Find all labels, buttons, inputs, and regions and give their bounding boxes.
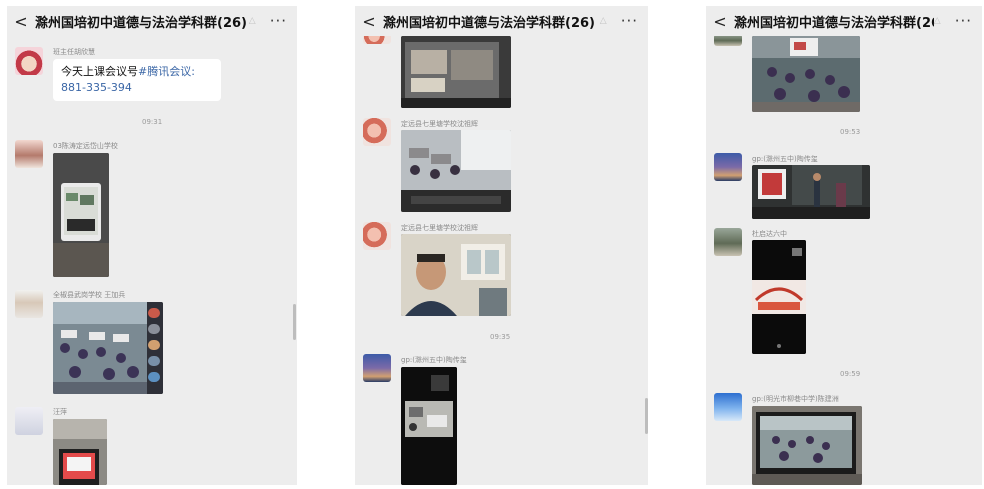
- photo-message[interactable]: [752, 165, 870, 219]
- more-button[interactable]: ···: [955, 12, 972, 30]
- timestamp: 09:35: [490, 333, 511, 341]
- avatar[interactable]: [363, 222, 391, 250]
- photo-tablet-on-desk: [53, 153, 109, 277]
- photo-message[interactable]: [53, 153, 109, 277]
- photo-phone-screen-video: [401, 367, 457, 485]
- bell-mute-icon: △: [933, 16, 941, 26]
- back-button[interactable]: <: [706, 12, 734, 31]
- chat-header: < 滁州国培初中道德与法治学科群(26) △ ···: [706, 6, 982, 36]
- sender-name: 定远县七里塘学校沈祖辉: [401, 120, 478, 128]
- photo-message[interactable]: [401, 367, 457, 485]
- chat-panel-3: < 滁州国培初中道德与法治学科群(26) △ ··· 09:53 gp:(滁州五…: [706, 6, 982, 485]
- timestamp: 09:53: [840, 128, 861, 136]
- sender-name: gp:(明光市柳巷中学)陈建洲: [752, 395, 839, 403]
- scrollbar-thumb[interactable]: [645, 398, 648, 434]
- chat-title: 滁州国培初中道德与法治学科群(26): [35, 15, 247, 31]
- bell-mute-icon: △: [599, 16, 607, 26]
- avatar[interactable]: [363, 118, 391, 146]
- photo-laptop-video: [401, 36, 511, 108]
- photo-message[interactable]: [401, 36, 511, 108]
- sender-name: gp:(滁州五中)陶传玺: [752, 155, 818, 163]
- avatar[interactable]: [15, 290, 43, 318]
- meeting-tag-link[interactable]: #腾讯会议:: [138, 65, 195, 78]
- chat-panel-1: < 滁州国培初中道德与法治学科群(26) △ ··· 班主任胡欣慧 今天上课会议…: [7, 6, 297, 485]
- back-button[interactable]: <: [355, 12, 383, 31]
- chat-panel-2: < 滁州国培初中道德与法治学科群(26) △ ··· 定远县七里塘学校沈祖辉 定…: [355, 6, 648, 485]
- photo-teacher-video: [401, 234, 511, 316]
- avatar[interactable]: [714, 153, 742, 181]
- photo-classroom-video-call: [53, 302, 163, 394]
- chat-title: 滁州国培初中道德与法治学科群(26): [734, 15, 934, 31]
- sender-name: 班主任胡欣慧: [53, 48, 95, 56]
- sender-name: 03陈涛定远岱山学校: [53, 142, 118, 150]
- timestamp: 09:31: [142, 118, 163, 126]
- timestamp: 09:59: [840, 370, 861, 378]
- chevron-left-icon: <: [362, 11, 376, 31]
- message-bubble[interactable]: 今天上课会议号#腾讯会议: 881-335-394: [53, 59, 221, 101]
- avatar[interactable]: [714, 393, 742, 421]
- photo-phone-screen-slide: [752, 240, 806, 354]
- back-button[interactable]: <: [7, 12, 35, 31]
- chevron-left-icon: <: [713, 11, 727, 31]
- photo-message[interactable]: [53, 302, 163, 394]
- photo-message[interactable]: [401, 234, 511, 316]
- chevron-left-icon: <: [14, 11, 28, 31]
- photo-monitor: [53, 419, 107, 485]
- photo-classroom-projector: [752, 36, 860, 112]
- more-button[interactable]: ···: [270, 12, 287, 30]
- photo-message[interactable]: [401, 130, 511, 212]
- message-text: 今天上课会议号: [61, 65, 138, 78]
- photo-classroom-monitor: [401, 130, 511, 212]
- more-button[interactable]: ···: [621, 12, 638, 30]
- avatar[interactable]: [15, 407, 43, 435]
- avatar[interactable]: [714, 228, 742, 256]
- sender-name: 定远县七里塘学校沈祖辉: [401, 224, 478, 232]
- photo-tv-classroom: [752, 406, 862, 485]
- sender-name: 全椒县武岗学校 王加兵: [53, 291, 126, 299]
- meeting-number-link[interactable]: 881-335-394: [61, 81, 132, 94]
- photo-message[interactable]: [752, 406, 862, 485]
- bell-mute-icon: △: [248, 16, 256, 26]
- scrollbar-thumb[interactable]: [293, 304, 296, 340]
- photo-message[interactable]: [752, 36, 860, 112]
- chat-title: 滁州国培初中道德与法治学科群(26): [383, 15, 595, 31]
- chat-header: < 滁州国培初中道德与法治学科群(26) △ ···: [7, 6, 297, 36]
- photo-message[interactable]: [53, 419, 107, 485]
- avatar[interactable]: [363, 354, 391, 382]
- sender-name: 杜启达六中: [752, 230, 787, 238]
- avatar[interactable]: [15, 47, 43, 75]
- chat-header: < 滁州国培初中道德与法治学科群(26) △ ···: [355, 6, 648, 36]
- photo-message[interactable]: [752, 240, 806, 354]
- sender-name: 汪萍: [53, 408, 67, 416]
- sender-name: gp:(滁州五中)陶传玺: [401, 356, 467, 364]
- photo-classroom-slide: [752, 165, 870, 219]
- avatar[interactable]: [15, 140, 43, 168]
